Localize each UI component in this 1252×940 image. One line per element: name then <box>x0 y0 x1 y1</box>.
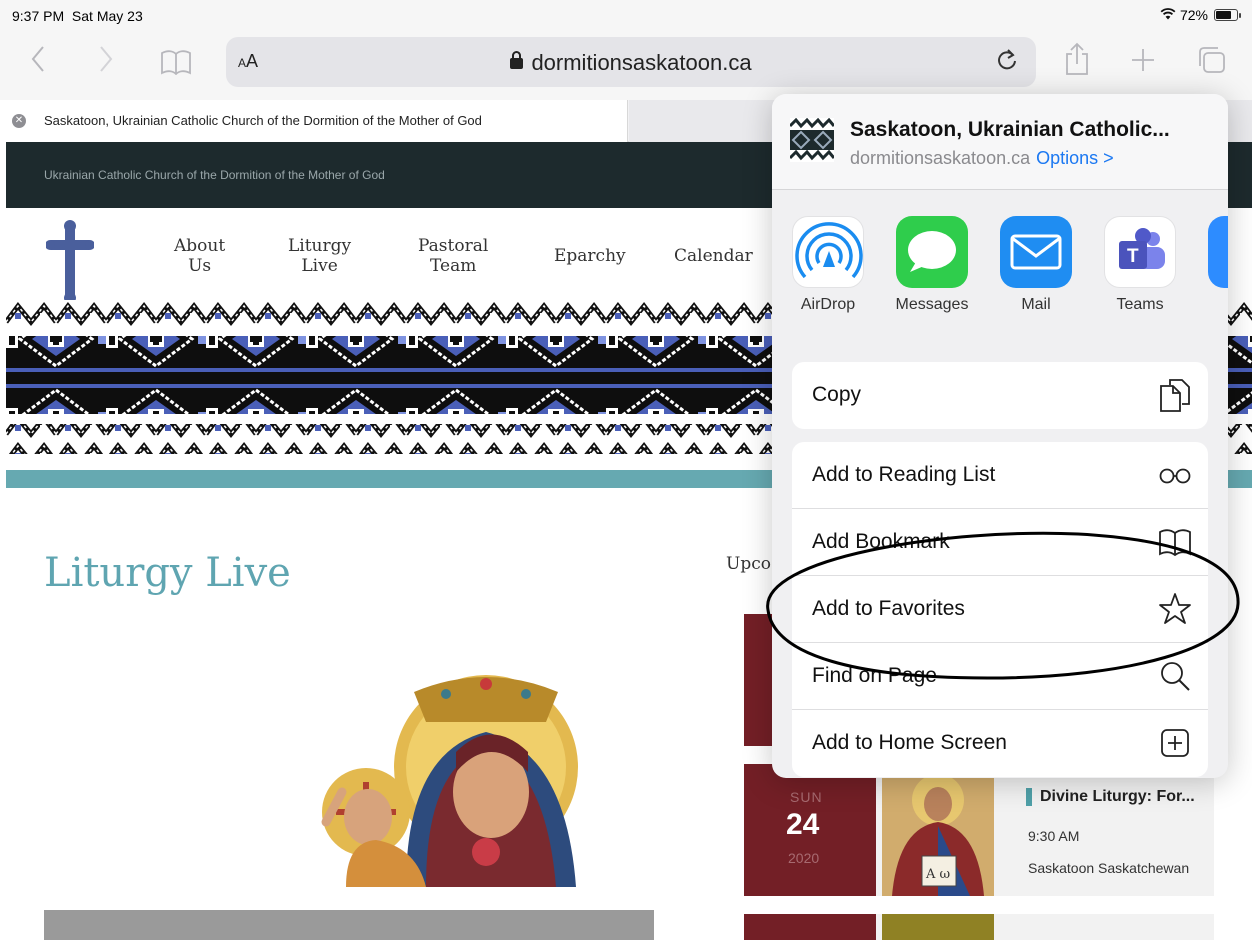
share-sheet: Saskatoon, Ukrainian Catholic... dormiti… <box>772 94 1228 778</box>
reload-icon[interactable] <box>996 47 1018 78</box>
action-label: Add to Home Screen <box>812 731 1007 754</box>
browser-toolbar: AA dormitionsaskatoon.ca <box>0 30 1252 100</box>
upcoming-events-heading: Upco <box>726 554 771 574</box>
options-link[interactable]: Options > <box>1036 148 1114 168</box>
svg-text:Α ω: Α ω <box>925 867 950 882</box>
actions-group: Add to Reading List Add Bookmark Add to … <box>792 442 1208 777</box>
action-add-bookmark[interactable]: Add Bookmark <box>792 509 1208 576</box>
nav-about-us[interactable]: About Us <box>174 236 225 276</box>
copy-group: Copy <box>792 362 1208 429</box>
action-label: Add Bookmark <box>812 530 950 553</box>
share-icon[interactable] <box>1064 42 1090 85</box>
site-favicon <box>790 118 834 162</box>
app-label: Mail <box>1021 296 1051 313</box>
action-label: Add to Favorites <box>812 597 965 620</box>
action-add-to-favorites[interactable]: Add to Favorites <box>792 576 1208 643</box>
app-label: Z <box>1206 296 1228 314</box>
glasses-icon <box>1158 457 1192 493</box>
share-sheet-header: Saskatoon, Ukrainian Catholic... dormiti… <box>772 94 1228 190</box>
nav-calendar[interactable]: Calendar <box>674 246 753 266</box>
action-copy[interactable]: Copy <box>792 362 1208 429</box>
page-title: Liturgy Live <box>44 550 291 596</box>
app-airdrop[interactable]: AirDrop <box>790 216 866 314</box>
event-day: 24 <box>786 808 820 841</box>
event-title[interactable]: Divine Liturgy: For... <box>1026 788 1195 806</box>
nav-pastoral-team[interactable]: Pastoral Team <box>418 236 488 276</box>
action-find-on-page[interactable]: Find on Page <box>792 643 1208 710</box>
icon-image <box>321 675 578 887</box>
app-mail[interactable]: Mail <box>998 216 1074 314</box>
app-label: Teams <box>1116 296 1164 313</box>
event-day-of-week: SUN <box>790 789 823 805</box>
forward-icon[interactable] <box>98 44 114 83</box>
event-date-box: SUN 24 2020 <box>744 764 876 896</box>
share-page-domain: dormitionsaskatoon.ca Options > <box>850 148 1114 168</box>
app-label: AirDrop <box>800 296 856 313</box>
event-time: 9:30 AM <box>1028 828 1080 844</box>
nav-eparchy[interactable]: Eparchy <box>554 246 626 266</box>
close-tab-icon[interactable]: ✕ <box>12 114 26 128</box>
star-icon <box>1158 591 1192 627</box>
event-location: Saskatoon Saskatchewan <box>1028 860 1190 876</box>
battery-icon <box>1214 9 1241 21</box>
event-icon-thumbnail: Α ω <box>882 770 994 896</box>
active-tab[interactable]: ✕ Saskatoon, Ukrainian Catholic Church o… <box>0 100 628 142</box>
status-right: 72% <box>1160 7 1241 23</box>
share-apps-row: AirDrop Messages Mail T Teams <box>772 190 1228 340</box>
app-teams[interactable]: T Teams <box>1102 216 1178 314</box>
nav-liturgy-live[interactable]: Liturgy Live <box>288 236 351 276</box>
action-label: Find on Page <box>812 664 937 687</box>
church-cross-logo[interactable] <box>45 220 95 309</box>
tabs-overview-icon[interactable] <box>1196 46 1226 83</box>
copy-icon <box>1158 377 1192 413</box>
lock-icon <box>510 51 524 69</box>
event-card[interactable]: SUN 24 2020 Α ω Divine Liturgy: For... 9… <box>744 764 1214 896</box>
event-date-box <box>744 914 876 940</box>
messages-icon <box>896 216 968 288</box>
site-header-text: Ukrainian Catholic Church of the Dormiti… <box>44 168 385 182</box>
action-add-to-reading-list[interactable]: Add to Reading List <box>792 442 1208 509</box>
teams-icon: T <box>1104 216 1176 288</box>
svg-text:T: T <box>1127 246 1139 267</box>
plus-square-icon <box>1158 725 1192 761</box>
back-icon[interactable] <box>30 44 46 83</box>
event-year: 2020 <box>788 850 820 866</box>
address-bar[interactable]: AA dormitionsaskatoon.ca <box>226 37 1036 87</box>
tab-title: Saskatoon, Ukrainian Catholic Church of … <box>44 113 482 128</box>
action-add-to-home-screen[interactable]: Add to Home Screen <box>792 710 1208 777</box>
app-label: Messages <box>895 296 969 313</box>
bookmarks-icon[interactable] <box>160 48 192 84</box>
app-zoom[interactable]: Z <box>1206 216 1228 314</box>
action-label: Copy <box>812 383 862 406</box>
share-page-title: Saskatoon, Ukrainian Catholic... <box>850 118 1170 141</box>
event-card[interactable] <box>744 914 1214 940</box>
action-label: Add to Reading List <box>812 463 996 486</box>
new-tab-icon[interactable] <box>1130 46 1156 82</box>
status-time: 9:37 PM Sat May 23 <box>12 8 143 24</box>
battery-percent: 72% <box>1179 7 1208 23</box>
book-icon <box>1158 524 1192 560</box>
mail-icon <box>1000 216 1072 288</box>
magnifier-icon <box>1158 658 1192 694</box>
video-player-bar[interactable] <box>44 910 654 940</box>
airdrop-icon <box>792 216 864 288</box>
status-bar: 9:37 PM Sat May 23 72% <box>0 0 1252 30</box>
zoom-icon <box>1208 216 1228 288</box>
url-display[interactable]: dormitionsaskatoon.ca <box>226 50 1036 76</box>
app-messages[interactable]: Messages <box>894 216 970 314</box>
wifi-icon <box>1160 7 1176 23</box>
event-thumbnail <box>882 914 994 940</box>
